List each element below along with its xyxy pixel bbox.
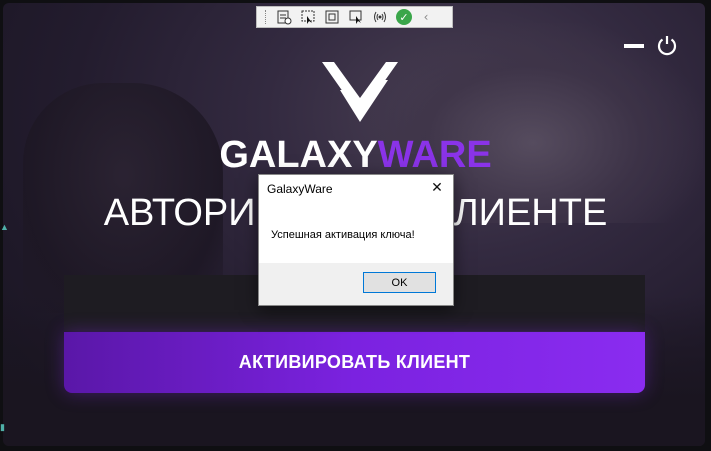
capture-toolbar: ✓ ‹ xyxy=(256,6,453,28)
activate-button[interactable]: АКТИВИРОВАТЬ КЛИЕНТ xyxy=(64,332,645,393)
minimize-icon[interactable] xyxy=(624,44,644,48)
dialog-message: Успешная активация ключа! xyxy=(271,229,415,241)
heading-left: АВТОРИ xyxy=(103,192,256,234)
brand-part-1: GALAXY xyxy=(219,134,378,176)
ok-button[interactable]: OK xyxy=(363,272,436,293)
edge-glyph: ▮ xyxy=(0,422,5,432)
dialog-title: GalaxyWare xyxy=(267,182,333,196)
check-icon[interactable]: ✓ xyxy=(396,9,412,25)
dialog-footer: OK xyxy=(259,263,453,305)
brand-wordmark: GALAXYWARE xyxy=(0,134,711,177)
rect-select-icon[interactable] xyxy=(274,8,294,26)
power-icon[interactable] xyxy=(656,34,678,56)
chevron-left-icon[interactable]: ‹ xyxy=(416,8,436,26)
brand-part-2: WARE xyxy=(377,134,492,176)
dialog-titlebar[interactable]: GalaxyWare ✕ xyxy=(259,175,453,203)
app-window: ▲ ▮ ✓ ‹ GALAXYWARE АВТОРИ КЛИЕНТЕ АКТИВИ… xyxy=(0,0,711,451)
window-capture-icon[interactable] xyxy=(322,8,342,26)
grip-icon[interactable] xyxy=(265,10,268,24)
dialog-body: Успешная активация ключа! xyxy=(259,203,453,263)
ok-button-label: OK xyxy=(391,276,408,289)
pointer-select-icon[interactable] xyxy=(298,8,318,26)
close-icon[interactable]: ✕ xyxy=(429,180,445,196)
heading-right: КЛИЕНТЕ xyxy=(431,192,608,234)
pointer-window-icon[interactable] xyxy=(346,8,366,26)
brand-logo-icon xyxy=(320,60,400,130)
activate-button-label: АКТИВИРОВАТЬ КЛИЕНТ xyxy=(238,352,471,372)
message-dialog: GalaxyWare ✕ Успешная активация ключа! O… xyxy=(258,174,454,306)
wireless-icon[interactable] xyxy=(370,8,390,26)
